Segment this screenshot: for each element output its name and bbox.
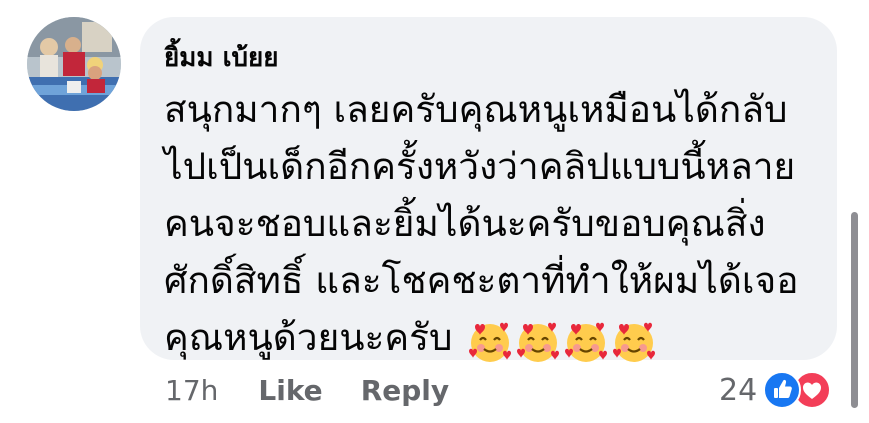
like-button[interactable]: Like [258,374,322,407]
comment-timestamp[interactable]: 17h [165,374,218,407]
comment-screen: ยิ้มม เบ้ยย สนุกมากๆ เลยครับคุณหนูเหมือน… [0,0,869,423]
smiling-face-with-hearts-icon [612,322,655,362]
comment-text: สนุกมากๆ เลยครับคุณหนูเหมือนได้กลับ ไปเป… [164,81,824,368]
emoji-row [467,311,659,368]
comment-line: ไปเป็นเด็กอีกครั้งหวังว่าคลิปแบบนี้หลาย [164,145,796,188]
comment-author[interactable]: ยิ้มม เบ้ยย [164,39,278,77]
smiling-face-with-hearts-icon [468,322,511,362]
smiling-face-with-hearts-icon [516,322,559,362]
like-icon [763,371,802,409]
avatar-photo [27,17,121,111]
scrollbar[interactable] [851,212,858,408]
comment-line: ศักดิ์สิทธิ์ และโชคชะตาที่ทำให้ผมได้เจอ [164,259,799,302]
comment-bubble: ยิ้มม เบ้ยย สนุกมากๆ เลยครับคุณหนูเหมือน… [140,17,837,362]
comment-line: สนุกมากๆ เลยครับคุณหนูเหมือนได้กลับ [164,88,788,131]
comment-line-last: คุณหนูด้วยนะครับ [164,309,824,368]
comment-actions: 17h Like Reply [165,366,487,414]
reaction-summary[interactable]: 24 [719,366,832,414]
smiling-face-with-hearts-icon [564,322,607,362]
comment-line-text: คุณหนูด้วยนะครับ [164,316,453,359]
reply-button[interactable]: Reply [361,374,449,407]
reaction-count: 24 [719,372,758,408]
comment-line: คนจะชอบและยิ้มได้นะครับขอบคุณสิ่ง [164,202,766,245]
avatar[interactable] [27,17,121,111]
